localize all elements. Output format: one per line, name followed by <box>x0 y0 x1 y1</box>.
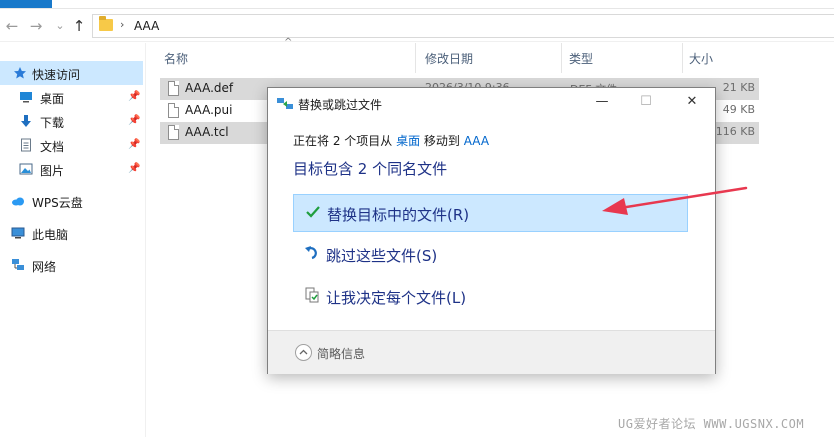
up-arrow-icon[interactable]: ↑ <box>69 16 89 36</box>
file-name: AAA.tcl <box>185 125 229 139</box>
navigation-bar: ← → ⌄ ↑ › AAA <box>0 10 834 42</box>
sidebar-item-quick-access[interactable]: 快速访问 <box>0 61 143 85</box>
breadcrumb-current[interactable]: AAA <box>134 19 159 33</box>
fewer-details-label[interactable]: 简略信息 <box>317 345 365 362</box>
breadcrumb-chevron-icon[interactable]: › <box>120 18 124 31</box>
pin-icon[interactable]: 📌 <box>128 91 140 102</box>
file-icon <box>168 81 179 96</box>
chevron-up-icon <box>299 349 308 355</box>
star-icon <box>14 67 26 79</box>
file-icon <box>168 103 179 118</box>
skip-files-option[interactable]: 跳过这些文件(S) <box>293 236 688 274</box>
column-header-name[interactable]: 名称 <box>164 50 188 67</box>
sidebar-item-wps-cloud[interactable]: WPS云盘 <box>0 189 143 213</box>
network-icon <box>12 259 24 270</box>
file-name: AAA.pui <box>185 103 233 117</box>
ribbon <box>0 0 834 9</box>
document-icon <box>21 138 31 152</box>
check-icon <box>306 206 320 218</box>
pin-icon[interactable]: 📌 <box>128 115 140 126</box>
cloud-icon <box>12 197 24 206</box>
file-size: 116 KB <box>715 125 755 138</box>
sidebar-item-label: 快速访问 <box>32 68 81 82</box>
maximize-button[interactable]: ☐ <box>635 92 657 112</box>
file-size: 49 KB <box>722 103 755 116</box>
move-files-icon <box>277 98 293 109</box>
file-name: AAA.def <box>185 81 234 95</box>
column-divider[interactable] <box>561 43 562 73</box>
sidebar-item-desktop[interactable]: 桌面 📌 <box>0 85 143 109</box>
source-link[interactable]: 桌面 <box>396 134 420 148</box>
sidebar-item-label: 图片 <box>40 164 65 178</box>
navigation-pane: 快速访问 桌面 📌 下载 📌 文档 📌 图片 📌 WPS云盘 此电脑 网络 <box>0 43 146 437</box>
file-size: 21 KB <box>722 81 755 94</box>
replace-or-skip-dialog: 替换或跳过文件 — ☐ ✕ 正在将 2 个项目从 桌面 移动到 AAA 目标包含… <box>267 87 716 374</box>
sidebar-item-network[interactable]: 网络 <box>0 253 143 277</box>
sidebar-item-pictures[interactable]: 图片 📌 <box>0 157 143 181</box>
decide-each-file-option[interactable]: 让我决定每个文件(L) <box>293 278 688 316</box>
column-header-date[interactable]: 修改日期 <box>425 50 473 67</box>
close-button[interactable]: ✕ <box>681 92 703 112</box>
option-label: 替换目标中的文件(R) <box>327 206 470 224</box>
decide-icon <box>305 287 319 303</box>
file-icon <box>168 125 179 140</box>
picture-icon <box>19 163 33 175</box>
sort-ascending-icon: ^ <box>284 37 293 48</box>
sidebar-item-label: WPS云盘 <box>32 196 83 210</box>
sidebar-item-downloads[interactable]: 下载 📌 <box>0 109 143 133</box>
option-label: 跳过这些文件(S) <box>326 247 438 265</box>
column-divider[interactable] <box>415 43 416 73</box>
dialog-heading: 目标包含 2 个同名文件 <box>293 160 448 178</box>
recent-chevron-icon[interactable]: ⌄ <box>50 16 70 36</box>
dialog-title: 替换或跳过文件 <box>298 98 383 112</box>
sidebar-item-label: 桌面 <box>40 92 65 106</box>
destination-link[interactable]: AAA <box>464 134 489 148</box>
address-bar[interactable]: › AAA <box>92 14 834 38</box>
sidebar-item-documents[interactable]: 文档 📌 <box>0 133 143 157</box>
ribbon-file-tab[interactable] <box>0 0 52 8</box>
computer-icon <box>11 227 25 239</box>
collapse-details-button[interactable] <box>295 344 312 361</box>
column-header-size[interactable]: 大小 <box>689 50 713 67</box>
dialog-titlebar[interactable]: 替换或跳过文件 — ☐ ✕ <box>268 88 715 118</box>
sidebar-item-label: 网络 <box>32 260 57 274</box>
sidebar-item-this-pc[interactable]: 此电脑 <box>0 221 143 245</box>
sidebar-item-label: 此电脑 <box>32 228 69 242</box>
forward-arrow-icon[interactable]: → <box>26 16 46 36</box>
download-icon <box>21 115 31 127</box>
option-label: 让我决定每个文件(L) <box>326 289 467 307</box>
column-header-type[interactable]: 类型 <box>569 50 593 67</box>
folder-icon <box>99 16 113 31</box>
dialog-footer: 简略信息 <box>268 330 715 374</box>
sidebar-item-label: 文档 <box>40 140 65 154</box>
pin-icon[interactable]: 📌 <box>128 163 140 174</box>
desktop-icon <box>20 92 32 103</box>
minimize-button[interactable]: — <box>591 92 613 112</box>
watermark: UG爱好者论坛 WWW.UGSNX.COM <box>618 417 805 431</box>
sidebar-item-label: 下载 <box>40 116 65 130</box>
description-middle: 移动到 <box>420 134 464 148</box>
column-divider[interactable] <box>682 43 683 73</box>
skip-icon <box>305 246 317 260</box>
progress-description: 正在将 2 个项目从 桌面 移动到 AAA <box>293 132 489 149</box>
description-prefix: 正在将 2 个项目从 <box>293 134 397 148</box>
pin-icon[interactable]: 📌 <box>128 139 140 150</box>
annotation-arrow-icon <box>602 186 748 215</box>
back-arrow-icon[interactable]: ← <box>2 16 22 36</box>
